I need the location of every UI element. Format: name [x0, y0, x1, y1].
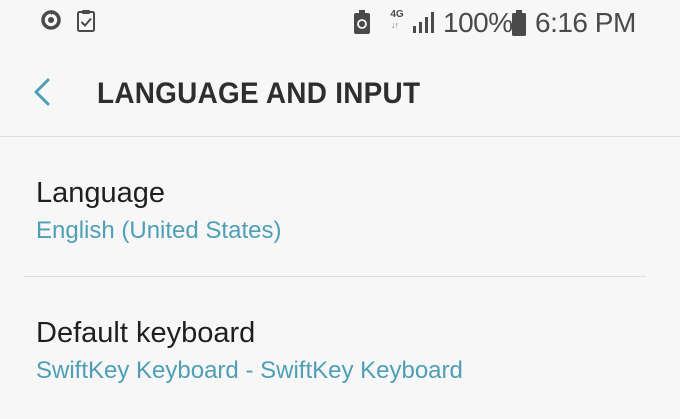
- task-check-icon: [77, 10, 95, 32]
- language-setting[interactable]: Language English (United States): [0, 160, 680, 274]
- clock: 6:16 PM: [535, 7, 636, 38]
- back-button[interactable]: [22, 72, 62, 112]
- battery-percent: 100%: [443, 7, 513, 38]
- setting-subtitle: SwiftKey Keyboard - SwiftKey Keyboard: [36, 357, 463, 384]
- data-activity-icon: ↓↑: [391, 20, 399, 30]
- status-bar: 4G ↓↑ 100% 6:16 PM: [0, 0, 680, 46]
- app-bar-divider: [0, 136, 680, 137]
- app-bar: LANGUAGE AND INPUT: [0, 46, 680, 136]
- battery-saver-icon: [354, 10, 370, 34]
- setting-title: Default keyboard: [36, 317, 256, 349]
- chevron-left-icon: [34, 78, 50, 106]
- sync-icon: [41, 10, 61, 30]
- default-keyboard-setting[interactable]: Default keyboard SwiftKey Keyboard - Swi…: [0, 300, 680, 410]
- page-title: LANGUAGE AND INPUT: [97, 77, 421, 110]
- setting-title: Language: [36, 177, 166, 209]
- signal-icon: [413, 12, 434, 33]
- battery-icon: [512, 10, 526, 36]
- list-divider: [24, 276, 646, 277]
- network-label: 4G: [390, 9, 404, 20]
- setting-subtitle: English (United States): [36, 217, 282, 244]
- language-and-input-screen: 4G ↓↑ 100% 6:16 PM LANGUAGE AND INPUT La…: [0, 0, 680, 419]
- network-4g-icon: 4G ↓↑: [385, 9, 409, 35]
